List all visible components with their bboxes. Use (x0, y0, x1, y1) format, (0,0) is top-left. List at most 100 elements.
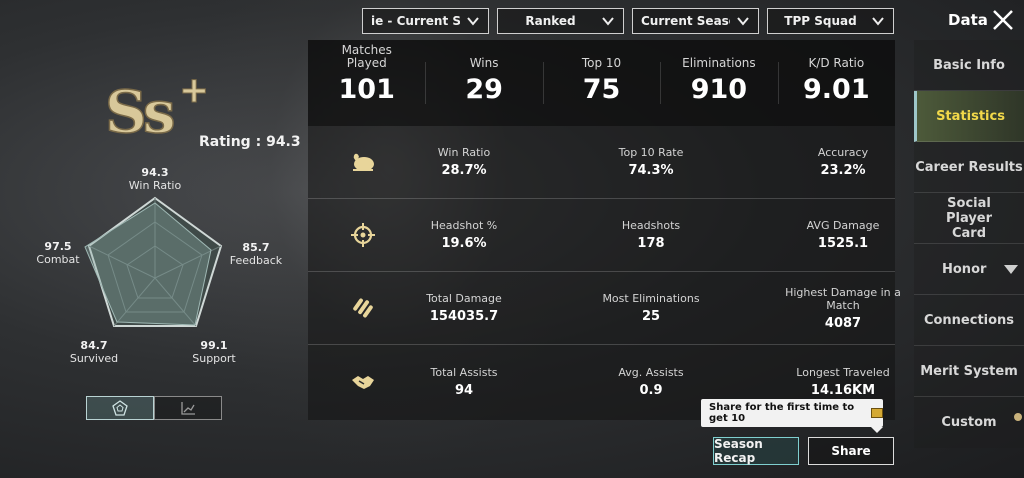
nav-item-basic-info[interactable]: Basic Info (914, 40, 1024, 91)
radar-axis-name: Survived (69, 352, 119, 365)
side-nav: Basic Info Statistics Career Results Soc… (914, 40, 1024, 448)
pentagon-icon (112, 400, 128, 416)
season-dropdown-label: Current Season (641, 14, 730, 28)
chicken-icon (353, 153, 374, 171)
stat-value: 1525.1 (817, 236, 869, 251)
nav-item-statistics[interactable]: Statistics (914, 91, 1024, 142)
mode-dropdown-label: Ranked (525, 14, 576, 28)
stat-label: AVG Damage (806, 219, 880, 232)
nav-item-custom[interactable]: Custom (914, 397, 1024, 448)
filter-bar: ie - Current Serv Ranked Current Season … (362, 8, 894, 34)
stat-value: 74.3% (628, 163, 674, 178)
stat-value: 23.2% (820, 163, 866, 178)
summary-wins: Wins 29 (425, 40, 542, 126)
stat-top-10-rate: Top 10 Rate 74.3% (586, 146, 716, 178)
summary-value: 9.01 (803, 74, 870, 105)
mode-dropdown[interactable]: Ranked (497, 8, 624, 34)
stat-value: 25 (641, 309, 661, 324)
share-button[interactable]: Share (808, 437, 894, 465)
stat-label: Most Eliminations (602, 292, 700, 305)
svg-text:Ss: Ss (105, 78, 174, 140)
summary-kd-ratio: K/D Ratio 9.01 (777, 40, 895, 126)
summary-bar: Matches Played 101 Wins 29 Top 10 75 Eli… (308, 40, 895, 126)
summary-value: 101 (338, 74, 395, 105)
summary-label: Top 10 (581, 56, 622, 70)
nav-item-label: Merit System (920, 363, 1018, 379)
stat-label: Longest Traveled (796, 365, 890, 379)
summary-label: Eliminations (682, 56, 756, 70)
handshake-icon (352, 375, 374, 389)
season-recap-button[interactable]: Season Recap (713, 437, 799, 465)
stats-panel: Matches Played 101 Wins 29 Top 10 75 Eli… (308, 40, 901, 420)
stat-value: 94 (454, 382, 474, 398)
page-title: Data (948, 11, 988, 29)
chevron-down-icon (872, 17, 884, 26)
stat-accuracy: Accuracy 23.2% (778, 146, 908, 178)
season-dropdown[interactable]: Current Season (632, 8, 759, 34)
crosshair-icon (351, 223, 375, 247)
stat-most-eliminations: Most Eliminations 25 (586, 292, 716, 324)
summary-label: Matches Played (341, 43, 392, 70)
stat-highest-damage: Highest Damage in a Match 4087 (778, 286, 908, 331)
radar-chart: 94.3 Win Ratio 85.7 Feedback 99.1 Suppor… (30, 160, 290, 375)
rating-separator: : (255, 134, 262, 150)
server-dropdown[interactable]: ie - Current Serv (362, 8, 489, 34)
rank-tier-logo: Ss + (104, 70, 209, 140)
stat-total-damage: Total Damage 154035.7 (399, 292, 529, 324)
triangle-down-icon (1004, 264, 1019, 274)
nav-item-label: Basic Info (933, 57, 1005, 73)
stat-total-assists: Total Assists 94 (399, 366, 529, 398)
stat-longest-traveled: Longest Traveled 14.16KM (778, 366, 908, 398)
stat-avg-damage: AVG Damage 1525.1 (778, 219, 908, 251)
radar-value: 94.3 (141, 166, 169, 179)
radar-label-support: 99.1 Support (184, 339, 244, 365)
stat-label: Headshots (621, 219, 681, 232)
stat-value: 178 (637, 236, 665, 251)
summary-label: Wins (469, 56, 499, 70)
nav-item-label: Career Results (915, 159, 1023, 175)
nav-item-label: Statistics (936, 108, 1005, 124)
rating-label: Rating (199, 134, 251, 150)
radar-value: 99.1 (200, 339, 228, 352)
stat-label: Total Assists (430, 365, 498, 379)
nav-item-label: Social Player Card (945, 195, 993, 241)
squad-dropdown-label: TPP Squad (784, 14, 857, 28)
rating-value: 94.3 (266, 134, 301, 150)
stat-label: Accuracy (817, 146, 869, 159)
radar-label-feedback: 85.7 Feedback (226, 241, 286, 267)
nav-item-label: Custom (941, 415, 997, 430)
stat-value: 0.9 (639, 382, 663, 398)
summary-matches-played: Matches Played 101 (308, 40, 425, 126)
share-tooltip: Share for the first time to get 10 (701, 399, 883, 433)
nav-item-career-results[interactable]: Career Results (914, 142, 1024, 193)
summary-value: 29 (465, 74, 503, 105)
line-chart-icon (181, 402, 195, 415)
summary-label: K/D Ratio (808, 56, 865, 70)
chevron-down-icon (737, 17, 749, 26)
stats-rows: Win Ratio 28.7% Top 10 Rate 74.3% Accura… (308, 126, 901, 418)
notification-dot (1014, 413, 1022, 421)
radar-view-button[interactable] (86, 396, 154, 420)
trend-view-button[interactable] (154, 396, 222, 420)
svg-text:+: + (179, 70, 209, 111)
squad-dropdown[interactable]: TPP Squad (767, 8, 894, 34)
chart-view-toggle (86, 396, 222, 420)
radar-value: 84.7 (80, 339, 108, 352)
stat-label: Win Ratio (437, 146, 491, 159)
stats-row: Win Ratio 28.7% Top 10 Rate 74.3% Accura… (308, 126, 895, 199)
stat-win-ratio: Win Ratio 28.7% (399, 146, 529, 178)
nav-item-connections[interactable]: Connections (914, 295, 1024, 346)
radar-axis-name: Win Ratio (128, 179, 182, 192)
stat-value: 14.16KM (810, 382, 876, 398)
summary-top-10: Top 10 75 (542, 40, 660, 126)
nav-item-honor[interactable]: Honor (914, 244, 1024, 295)
radar-label-combat: 97.5 Combat (28, 240, 88, 266)
stat-avg-assists: Avg. Assists 0.9 (586, 366, 716, 398)
nav-item-social-player-card[interactable]: Social Player Card (914, 193, 1024, 244)
close-icon[interactable] (991, 8, 1015, 32)
stat-value: 4087 (824, 315, 862, 331)
nav-item-merit-system[interactable]: Merit System (914, 346, 1024, 397)
radar-label-survived: 84.7 Survived (64, 339, 124, 365)
nav-item-label: Honor (942, 261, 987, 277)
radar-label-win-ratio: 94.3 Win Ratio (125, 166, 185, 192)
